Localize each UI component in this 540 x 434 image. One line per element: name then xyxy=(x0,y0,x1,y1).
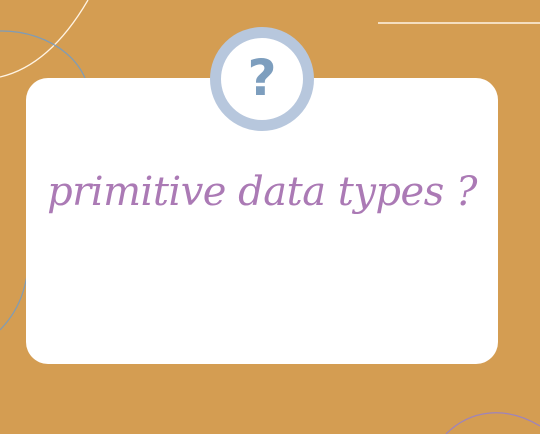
decor-curve-white xyxy=(0,0,89,78)
card-headline: primitive data types ? xyxy=(47,169,477,215)
question-badge: ? xyxy=(210,27,314,131)
question-mark-icon: ? xyxy=(247,49,277,107)
decor-curve-purple xyxy=(445,412,540,434)
